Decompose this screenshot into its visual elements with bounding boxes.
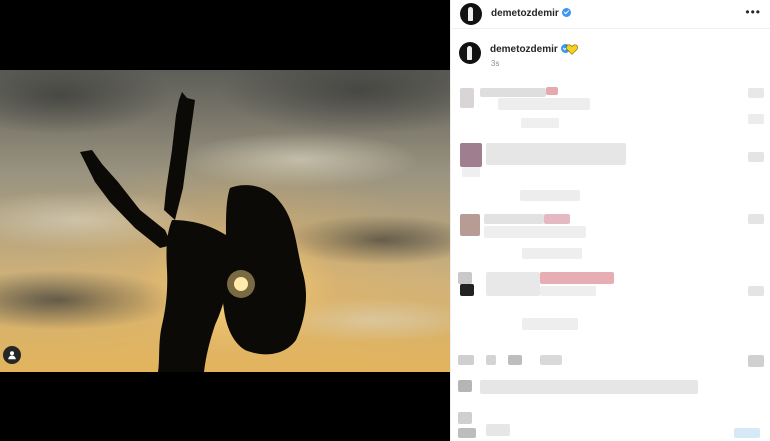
user-tag-button[interactable]: [3, 346, 21, 364]
comment-avatar-pixelated: [458, 272, 472, 284]
comment-text-pixelated: [520, 190, 580, 201]
comment-text-pixelated: [544, 214, 570, 224]
caption-username-text[interactable]: demetozdemir: [490, 44, 558, 55]
comment-text-pixelated: [540, 286, 596, 296]
comment-text-pixelated: [484, 226, 586, 238]
comment-text-pixelated: [522, 248, 582, 259]
comment-like-pixelated: [748, 355, 764, 367]
post-photo[interactable]: [0, 70, 450, 372]
comment-avatar-pixelated: [460, 143, 482, 167]
comment-text-pixelated: [546, 87, 558, 95]
comment-text-pixelated: [498, 98, 590, 110]
comment-like-pixelated: [748, 152, 764, 162]
comment-like-pixelated: [748, 88, 764, 98]
comment-avatar-pixelated: [460, 88, 474, 108]
comment-text-pixelated: [486, 143, 626, 165]
caption-username[interactable]: demetozdemir: [490, 44, 570, 55]
header-username[interactable]: demetozdemir: [491, 8, 571, 19]
comment-avatar-pixelated: [460, 214, 480, 236]
more-options-icon[interactable]: •••: [745, 5, 761, 19]
post-header: demetozdemir •••: [451, 0, 770, 29]
user-tag-icon: [8, 351, 16, 360]
avatar[interactable]: [460, 3, 482, 25]
comment-text-pixelated: [480, 88, 546, 97]
comment-text-pixelated: [521, 118, 559, 128]
comment-avatar-pixelated: [458, 355, 474, 365]
comment-avatar-pixelated: [458, 380, 472, 392]
comment-text-pixelated: [486, 272, 540, 296]
post-timestamp[interactable]: 3s: [491, 59, 499, 68]
post-media-area: [0, 0, 450, 441]
comment-text-pixelated: [484, 214, 544, 224]
header-username-text[interactable]: demetozdemir: [491, 8, 559, 19]
silhouette-sunset-image: [0, 70, 450, 372]
caption-avatar[interactable]: [459, 42, 481, 64]
comment-text-pixelated: [486, 424, 510, 436]
comment-text-pixelated: [462, 167, 480, 177]
comment-text-pixelated: [540, 355, 562, 365]
comment-avatar-pixelated: [458, 412, 472, 424]
comment-like-pixelated: [748, 214, 764, 224]
comment-like-pixelated: [748, 286, 764, 296]
comment-text-pixelated: [540, 272, 614, 284]
comment-like-pixelated: [734, 428, 760, 438]
comment-text-pixelated: [480, 380, 698, 394]
verified-badge-icon: [561, 8, 571, 17]
comment-text-pixelated: [522, 318, 578, 330]
comment-text-pixelated: [458, 428, 476, 438]
comment-text-pixelated: [508, 355, 522, 365]
comment-avatar-pixelated: [460, 284, 474, 296]
comment-text-pixelated: [486, 355, 496, 365]
yellow-heart-icon: [566, 44, 578, 55]
comment-like-pixelated: [748, 114, 764, 124]
